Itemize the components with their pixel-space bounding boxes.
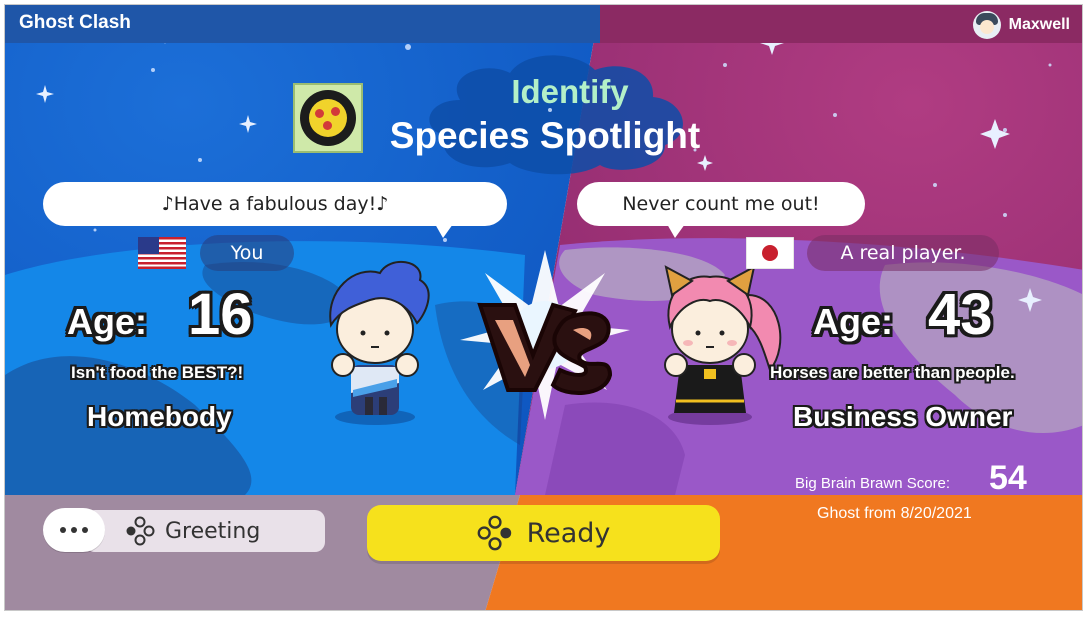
greeting-button[interactable]: Greeting [85,510,325,552]
japan-flag-icon [746,237,794,269]
ready-button-label: Ready [526,517,611,549]
right-greeting-bubble: Never count me out! [577,182,865,238]
user-name: Maxwell [1008,16,1070,33]
user-profile[interactable]: Maxwell [972,11,1070,39]
left-nickname: You [200,235,294,271]
mode-subtitle: Identify [511,73,629,110]
left-catchphrase: Isn't food the BEST?! [71,363,244,382]
player-avatar-icon [972,11,1001,39]
right-title: Business Owner [793,401,1013,432]
left-greeting-text: ♪Have a fabulous day!♪ [161,193,389,215]
left-greeting-bubble: ♪Have a fabulous day!♪ [43,182,507,238]
mode-title: Species Spotlight [389,115,701,156]
ghost-date: Ghost from 8/20/2021 [817,505,972,522]
greeting-button-label: Greeting [165,518,261,544]
chat-bubble-icon[interactable] [43,508,105,552]
game-screen: Ghost Clash Maxwell Identify Species Spo… [4,4,1083,611]
game-title: Ghost Clash [19,12,131,33]
score-label: Big Brain Brawn Score: [795,475,951,492]
right-greeting-text: Never count me out! [622,193,820,215]
ready-button[interactable]: Ready [367,505,720,561]
species-spotlight-badge-icon [293,83,363,153]
right-nickname: A real player. [807,235,999,271]
right-age-value: 43 [928,282,993,347]
controller-buttons-icon [477,515,511,551]
right-age-label: Age: [813,301,893,342]
right-catchphrase: Horses are better than people. [770,363,1015,382]
score-value: 54 [989,459,1027,497]
left-age-value: 16 [188,282,253,347]
us-flag-icon [138,237,186,269]
controller-buttons-icon [126,516,155,546]
left-age-label: Age: [67,301,147,342]
left-title: Homebody [87,401,232,432]
